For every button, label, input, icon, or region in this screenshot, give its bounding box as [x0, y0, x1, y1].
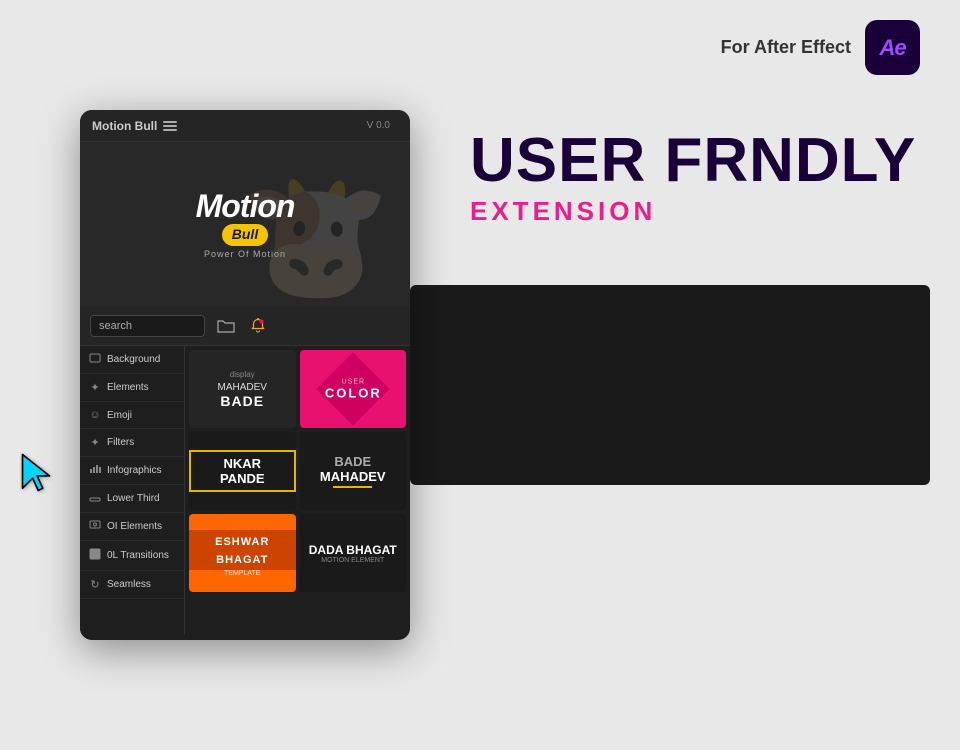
bull-badge-text: Bull — [232, 226, 258, 242]
version-label: V 0.0 — [359, 118, 398, 133]
dark-preview-panel — [410, 285, 930, 485]
sidebar-item-oi-elements[interactable]: OI Elements — [80, 513, 184, 541]
panel-header: Motion Bull V 0.0 — [80, 110, 410, 142]
sidebar-item-lower-third[interactable]: Lower Third — [80, 485, 184, 513]
background-icon — [88, 353, 102, 366]
nkar-pande-text: NKAR PANDE — [201, 456, 284, 486]
emoji-icon: ☺ — [88, 409, 102, 421]
motion-logo-text: Motion — [196, 190, 295, 222]
bade-mahadev-line2: MAHADEV — [320, 469, 386, 484]
infographics-icon — [88, 464, 102, 477]
main-title-heading: USER FRNDLY — [470, 130, 960, 192]
grid-item-color[interactable]: USER COLOR — [300, 350, 407, 428]
toolbar — [80, 307, 410, 346]
eshwar-bhagat-sub: TEMPLATE — [189, 570, 296, 577]
sidebar-background-label: Background — [107, 354, 160, 365]
oi-elements-icon — [88, 520, 102, 533]
cursor-arrow — [18, 450, 63, 500]
grid-item-mahadev-bade[interactable]: display MAHADEV BADE — [189, 350, 296, 428]
grid-item-dada-bhagat[interactable]: DADA BHAGAT MOTION ELEMENT — [300, 514, 407, 592]
sidebar-elements-label: Elements — [107, 382, 149, 393]
bade-mahadev-underline — [333, 486, 372, 488]
sidebar-item-elements[interactable]: ✦ Elements — [80, 374, 184, 402]
sidebar-item-transitions[interactable]: 0L Transitions — [80, 541, 184, 571]
sidebar-item-emoji[interactable]: ☺ Emoji — [80, 402, 184, 429]
notification-icon[interactable] — [247, 315, 269, 337]
bull-badge: Bull — [222, 224, 268, 246]
seamless-icon: ↻ — [88, 578, 102, 591]
panel-title-group: Motion Bull — [92, 119, 177, 133]
sidebar-item-infographics[interactable]: Infographics — [80, 457, 184, 485]
sidebar-item-background[interactable]: Background — [80, 346, 184, 374]
motion-bull-logo: Motion Bull Power Of Motion — [196, 190, 295, 259]
sidebar-item-filters[interactable]: ✦ Filters — [80, 429, 184, 457]
power-of-motion-text: Power Of Motion — [196, 249, 295, 259]
hamburger-menu-icon[interactable] — [163, 121, 177, 131]
main-title-block: USER FRNDLY EXTENSION — [470, 130, 960, 227]
filters-icon: ✦ — [88, 436, 102, 449]
elements-icon: ✦ — [88, 381, 102, 394]
grid-item-bade-mahadev[interactable]: BADE MAHADEV — [300, 432, 407, 510]
dada-bhagat-text: DADA BHAGAT — [309, 543, 397, 557]
transitions-icon — [88, 548, 102, 563]
search-input[interactable] — [90, 315, 205, 337]
bade-mahadev-content: BADE MAHADEV — [320, 454, 386, 488]
panel-body: Background ✦ Elements ☺ Emoji ✦ Filters … — [80, 346, 410, 635]
mahadev-label: MAHADEV — [218, 382, 267, 393]
dada-bhagat-sub: MOTION ELEMENT — [309, 557, 397, 564]
bade-mahadev-line1: BADE — [320, 454, 386, 469]
bade-label: BADE — [218, 393, 267, 409]
extension-panel: Motion Bull V 0.0 🐮 Motion Bull Power Of… — [80, 110, 410, 640]
color-main-text: COLOR — [324, 385, 381, 400]
dada-bhagat-content: DADA BHAGAT MOTION ELEMENT — [309, 543, 397, 564]
color-diamond-shape: USER COLOR — [316, 352, 390, 426]
grid-item-eshwar-bhagat[interactable]: ESHWAR BHAGAT TEMPLATE — [189, 514, 296, 592]
sidebar-transitions-label: 0L Transitions — [107, 550, 169, 561]
ae-logo: Ae — [865, 20, 920, 75]
sidebar-infographics-label: Infographics — [107, 465, 161, 476]
sidebar-oi-elements-label: OI Elements — [107, 521, 162, 532]
top-right-branding: For After Effect Ae — [721, 20, 920, 75]
sidebar-seamless-label: Seamless — [107, 579, 151, 590]
sidebar-filters-label: Filters — [107, 437, 134, 448]
sidebar: Background ✦ Elements ☺ Emoji ✦ Filters … — [80, 346, 185, 635]
eshwar-bhagat-content: ESHWAR BHAGAT TEMPLATE — [189, 530, 296, 577]
folder-icon[interactable] — [215, 315, 237, 337]
nkar-pande-border-box: NKAR PANDE — [189, 450, 296, 492]
preview-area: 🐮 Motion Bull Power Of Motion — [80, 142, 410, 307]
sidebar-emoji-label: Emoji — [107, 410, 132, 421]
eshwar-name-box: ESHWAR BHAGAT — [189, 530, 296, 570]
eshwar-bhagat-text: ESHWAR BHAGAT — [215, 536, 269, 566]
grid-area: display MAHADEV BADE USER COLOR — [185, 346, 410, 635]
for-after-effect-label: For After Effect — [721, 37, 851, 58]
sidebar-lower-third-label: Lower Third — [107, 493, 160, 504]
mahadev-bade-top-text: display — [218, 370, 267, 379]
sidebar-item-seamless[interactable]: ↻ Seamless — [80, 571, 184, 599]
grid-item-nkar-pande[interactable]: NKAR PANDE — [189, 432, 296, 510]
grid-container: display MAHADEV BADE USER COLOR — [189, 350, 406, 592]
panel-title-text: Motion Bull — [92, 119, 157, 133]
color-top-text: USER — [324, 378, 381, 385]
main-title-subtitle: EXTENSION — [470, 196, 960, 227]
lower-third-icon — [88, 492, 102, 505]
